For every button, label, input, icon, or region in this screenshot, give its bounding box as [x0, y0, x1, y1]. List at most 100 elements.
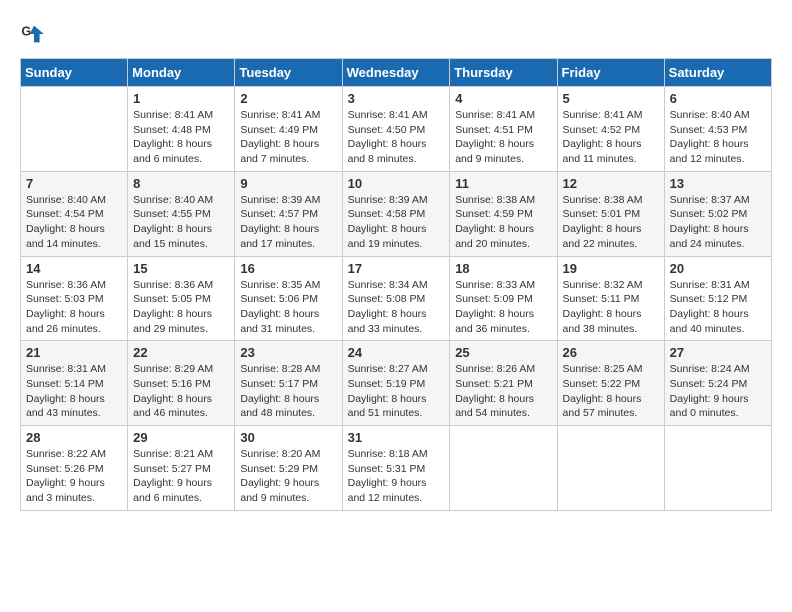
day-info: Sunrise: 8:31 AMSunset: 5:12 PMDaylight:…: [670, 278, 766, 337]
day-info: Sunrise: 8:36 AMSunset: 5:05 PMDaylight:…: [133, 278, 229, 337]
day-info: Sunrise: 8:40 AMSunset: 4:55 PMDaylight:…: [133, 193, 229, 252]
day-number: 16: [240, 261, 336, 276]
day-number: 31: [348, 430, 445, 445]
day-number: 23: [240, 345, 336, 360]
day-info: Sunrise: 8:25 AMSunset: 5:22 PMDaylight:…: [563, 362, 659, 421]
calendar-cell: 8 Sunrise: 8:40 AMSunset: 4:55 PMDayligh…: [128, 171, 235, 256]
day-info: Sunrise: 8:27 AMSunset: 5:19 PMDaylight:…: [348, 362, 445, 421]
day-info: Sunrise: 8:39 AMSunset: 4:57 PMDaylight:…: [240, 193, 336, 252]
day-number: 14: [26, 261, 122, 276]
weekday-header-row: SundayMondayTuesdayWednesdayThursdayFrid…: [21, 59, 772, 87]
weekday-header-wednesday: Wednesday: [342, 59, 450, 87]
weekday-header-sunday: Sunday: [21, 59, 128, 87]
day-info: Sunrise: 8:31 AMSunset: 5:14 PMDaylight:…: [26, 362, 122, 421]
calendar-cell: 23 Sunrise: 8:28 AMSunset: 5:17 PMDaylig…: [235, 341, 342, 426]
day-number: 30: [240, 430, 336, 445]
calendar-cell: 29 Sunrise: 8:21 AMSunset: 5:27 PMDaylig…: [128, 426, 235, 511]
calendar-cell: [664, 426, 771, 511]
day-info: Sunrise: 8:18 AMSunset: 5:31 PMDaylight:…: [348, 447, 445, 506]
header: G: [20, 20, 772, 48]
logo-icon: G: [20, 20, 48, 48]
calendar-cell: 7 Sunrise: 8:40 AMSunset: 4:54 PMDayligh…: [21, 171, 128, 256]
calendar-cell: 2 Sunrise: 8:41 AMSunset: 4:49 PMDayligh…: [235, 87, 342, 172]
calendar-week-row: 14 Sunrise: 8:36 AMSunset: 5:03 PMDaylig…: [21, 256, 772, 341]
day-number: 21: [26, 345, 122, 360]
calendar-cell: 6 Sunrise: 8:40 AMSunset: 4:53 PMDayligh…: [664, 87, 771, 172]
day-number: 3: [348, 91, 445, 106]
day-number: 26: [563, 345, 659, 360]
weekday-header-tuesday: Tuesday: [235, 59, 342, 87]
calendar-cell: 20 Sunrise: 8:31 AMSunset: 5:12 PMDaylig…: [664, 256, 771, 341]
day-info: Sunrise: 8:37 AMSunset: 5:02 PMDaylight:…: [670, 193, 766, 252]
day-info: Sunrise: 8:41 AMSunset: 4:51 PMDaylight:…: [455, 108, 551, 167]
day-number: 28: [26, 430, 122, 445]
day-number: 11: [455, 176, 551, 191]
day-number: 13: [670, 176, 766, 191]
day-number: 17: [348, 261, 445, 276]
calendar-cell: 4 Sunrise: 8:41 AMSunset: 4:51 PMDayligh…: [450, 87, 557, 172]
calendar-cell: 13 Sunrise: 8:37 AMSunset: 5:02 PMDaylig…: [664, 171, 771, 256]
day-info: Sunrise: 8:39 AMSunset: 4:58 PMDaylight:…: [348, 193, 445, 252]
day-info: Sunrise: 8:36 AMSunset: 5:03 PMDaylight:…: [26, 278, 122, 337]
calendar-cell: 1 Sunrise: 8:41 AMSunset: 4:48 PMDayligh…: [128, 87, 235, 172]
day-number: 27: [670, 345, 766, 360]
calendar-week-row: 21 Sunrise: 8:31 AMSunset: 5:14 PMDaylig…: [21, 341, 772, 426]
calendar-cell: 17 Sunrise: 8:34 AMSunset: 5:08 PMDaylig…: [342, 256, 450, 341]
calendar-week-row: 28 Sunrise: 8:22 AMSunset: 5:26 PMDaylig…: [21, 426, 772, 511]
calendar-week-row: 7 Sunrise: 8:40 AMSunset: 4:54 PMDayligh…: [21, 171, 772, 256]
weekday-header-friday: Friday: [557, 59, 664, 87]
day-number: 5: [563, 91, 659, 106]
day-info: Sunrise: 8:34 AMSunset: 5:08 PMDaylight:…: [348, 278, 445, 337]
calendar-cell: 28 Sunrise: 8:22 AMSunset: 5:26 PMDaylig…: [21, 426, 128, 511]
calendar-cell: 16 Sunrise: 8:35 AMSunset: 5:06 PMDaylig…: [235, 256, 342, 341]
weekday-header-thursday: Thursday: [450, 59, 557, 87]
day-number: 25: [455, 345, 551, 360]
weekday-header-monday: Monday: [128, 59, 235, 87]
calendar-cell: 31 Sunrise: 8:18 AMSunset: 5:31 PMDaylig…: [342, 426, 450, 511]
day-info: Sunrise: 8:21 AMSunset: 5:27 PMDaylight:…: [133, 447, 229, 506]
day-info: Sunrise: 8:41 AMSunset: 4:49 PMDaylight:…: [240, 108, 336, 167]
day-info: Sunrise: 8:41 AMSunset: 4:50 PMDaylight:…: [348, 108, 445, 167]
day-info: Sunrise: 8:38 AMSunset: 4:59 PMDaylight:…: [455, 193, 551, 252]
day-info: Sunrise: 8:29 AMSunset: 5:16 PMDaylight:…: [133, 362, 229, 421]
day-number: 15: [133, 261, 229, 276]
day-number: 1: [133, 91, 229, 106]
calendar-cell: 9 Sunrise: 8:39 AMSunset: 4:57 PMDayligh…: [235, 171, 342, 256]
day-info: Sunrise: 8:40 AMSunset: 4:54 PMDaylight:…: [26, 193, 122, 252]
calendar-week-row: 1 Sunrise: 8:41 AMSunset: 4:48 PMDayligh…: [21, 87, 772, 172]
calendar-cell: 5 Sunrise: 8:41 AMSunset: 4:52 PMDayligh…: [557, 87, 664, 172]
logo: G: [20, 20, 52, 48]
day-info: Sunrise: 8:35 AMSunset: 5:06 PMDaylight:…: [240, 278, 336, 337]
calendar-cell: 22 Sunrise: 8:29 AMSunset: 5:16 PMDaylig…: [128, 341, 235, 426]
calendar-cell: 10 Sunrise: 8:39 AMSunset: 4:58 PMDaylig…: [342, 171, 450, 256]
day-info: Sunrise: 8:38 AMSunset: 5:01 PMDaylight:…: [563, 193, 659, 252]
day-number: 9: [240, 176, 336, 191]
day-info: Sunrise: 8:20 AMSunset: 5:29 PMDaylight:…: [240, 447, 336, 506]
day-number: 29: [133, 430, 229, 445]
day-number: 20: [670, 261, 766, 276]
calendar-cell: 18 Sunrise: 8:33 AMSunset: 5:09 PMDaylig…: [450, 256, 557, 341]
calendar-cell: 27 Sunrise: 8:24 AMSunset: 5:24 PMDaylig…: [664, 341, 771, 426]
calendar-cell: 12 Sunrise: 8:38 AMSunset: 5:01 PMDaylig…: [557, 171, 664, 256]
day-number: 4: [455, 91, 551, 106]
calendar-cell: [450, 426, 557, 511]
calendar-cell: 11 Sunrise: 8:38 AMSunset: 4:59 PMDaylig…: [450, 171, 557, 256]
day-info: Sunrise: 8:24 AMSunset: 5:24 PMDaylight:…: [670, 362, 766, 421]
day-info: Sunrise: 8:40 AMSunset: 4:53 PMDaylight:…: [670, 108, 766, 167]
day-number: 6: [670, 91, 766, 106]
calendar-cell: [557, 426, 664, 511]
day-number: 2: [240, 91, 336, 106]
day-info: Sunrise: 8:41 AMSunset: 4:48 PMDaylight:…: [133, 108, 229, 167]
calendar-cell: 3 Sunrise: 8:41 AMSunset: 4:50 PMDayligh…: [342, 87, 450, 172]
day-number: 22: [133, 345, 229, 360]
day-info: Sunrise: 8:26 AMSunset: 5:21 PMDaylight:…: [455, 362, 551, 421]
calendar-cell: 14 Sunrise: 8:36 AMSunset: 5:03 PMDaylig…: [21, 256, 128, 341]
day-number: 7: [26, 176, 122, 191]
day-number: 12: [563, 176, 659, 191]
calendar-cell: 24 Sunrise: 8:27 AMSunset: 5:19 PMDaylig…: [342, 341, 450, 426]
calendar-cell: 25 Sunrise: 8:26 AMSunset: 5:21 PMDaylig…: [450, 341, 557, 426]
day-number: 24: [348, 345, 445, 360]
day-number: 8: [133, 176, 229, 191]
day-info: Sunrise: 8:41 AMSunset: 4:52 PMDaylight:…: [563, 108, 659, 167]
calendar-cell: 26 Sunrise: 8:25 AMSunset: 5:22 PMDaylig…: [557, 341, 664, 426]
